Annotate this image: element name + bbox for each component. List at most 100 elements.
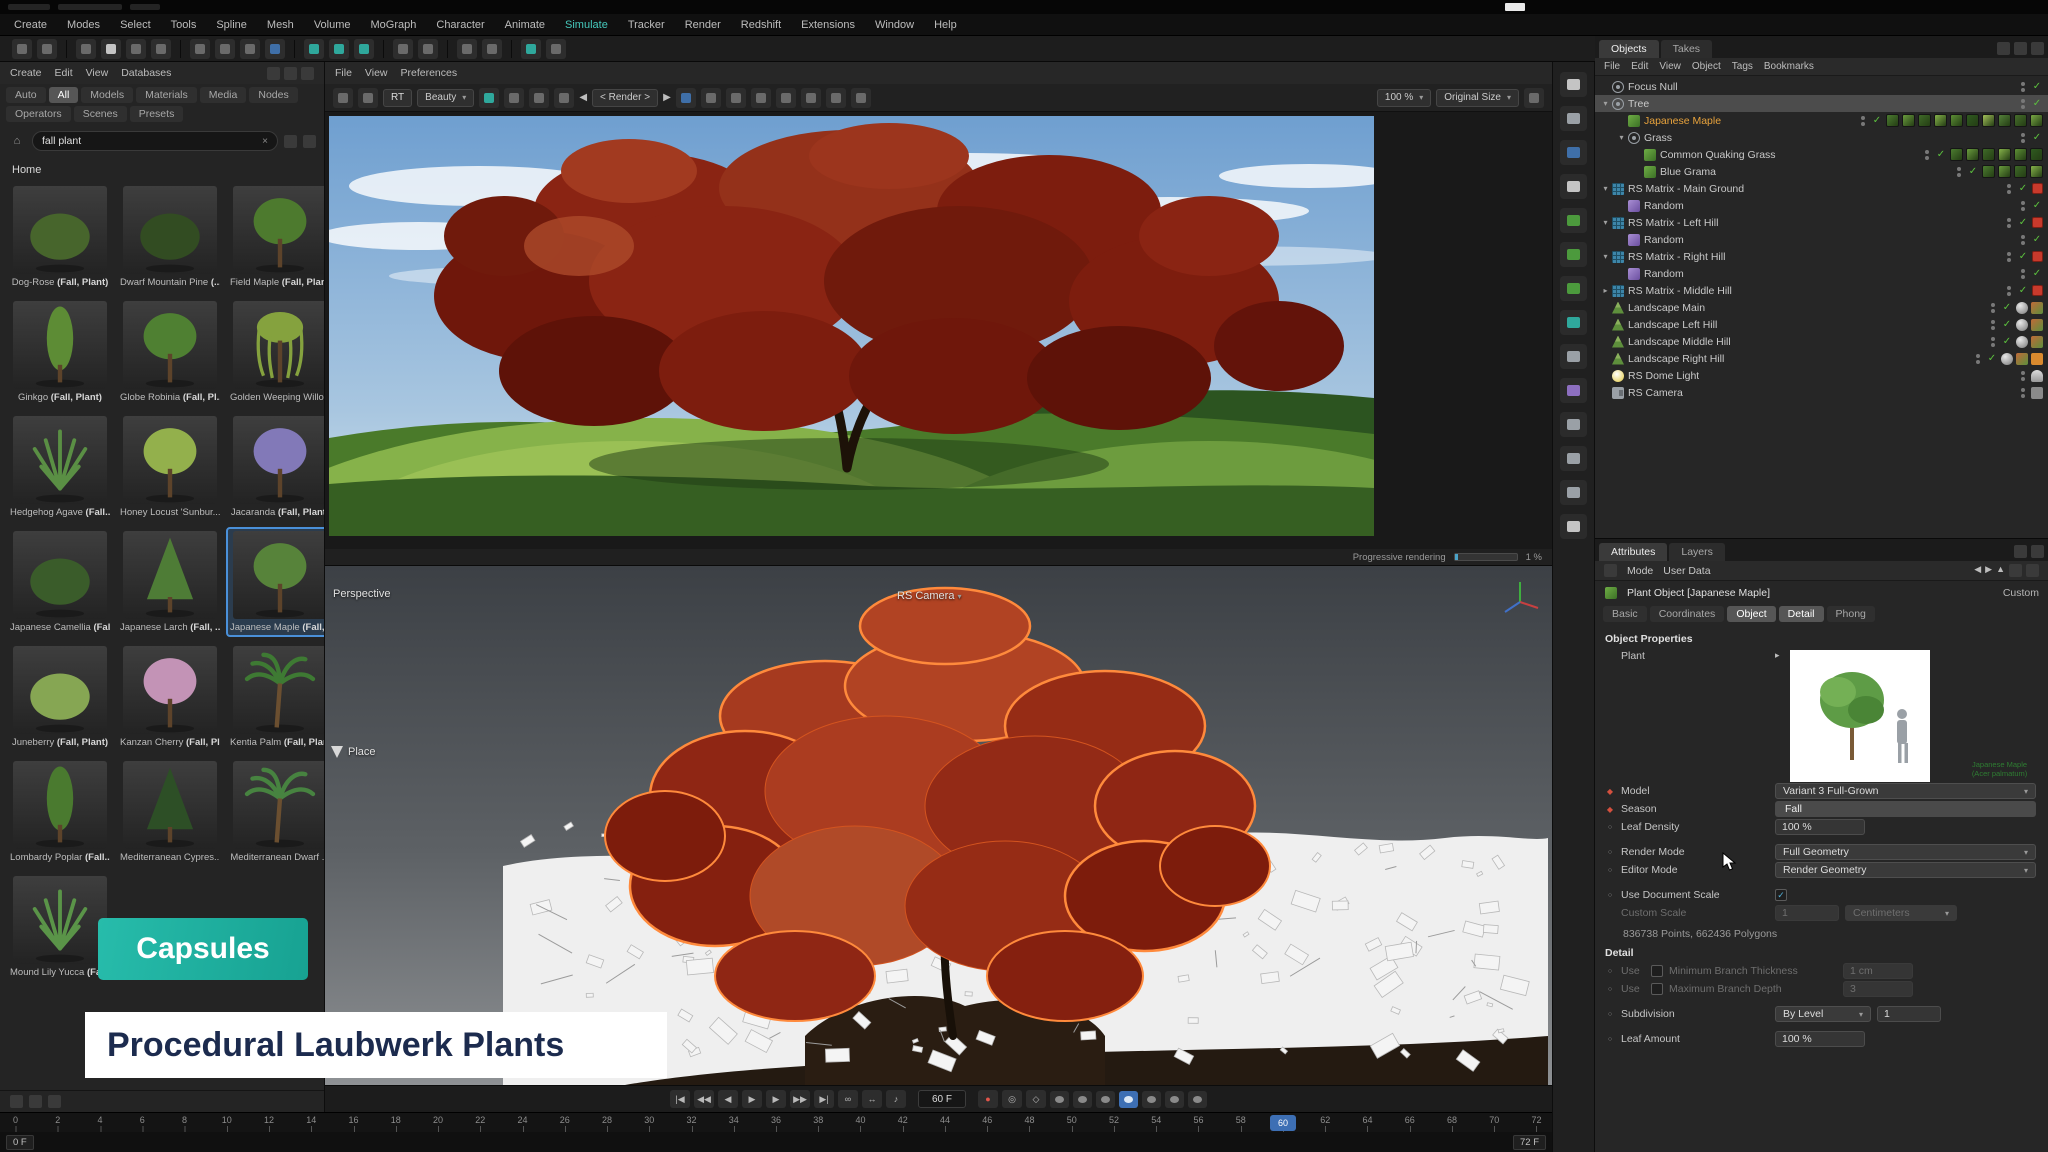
asset-menu-edit[interactable]: Edit: [55, 67, 73, 79]
text-tool-icon[interactable]: [1560, 174, 1587, 199]
rect-select-icon[interactable]: [1560, 106, 1587, 131]
asset-item-lombardy-poplar[interactable]: Lombardy Poplar (Fall...: [6, 757, 114, 867]
enabled-check-icon[interactable]: ✓: [2017, 217, 2029, 228]
magnet-icon[interactable]: [393, 39, 413, 59]
copy-image-icon[interactable]: [358, 88, 378, 108]
cube-icon[interactable]: [1560, 140, 1587, 165]
visibility-dots-icon[interactable]: [2007, 286, 2011, 296]
visibility-dots-icon[interactable]: [2021, 133, 2025, 143]
move-tool-icon[interactable]: [1560, 72, 1587, 97]
visibility-dots-icon[interactable]: [2021, 82, 2025, 92]
renderer-dropdown[interactable]: Beauty ▾: [417, 89, 474, 107]
z-axis-lock-icon[interactable]: [240, 39, 260, 59]
asset-item-honey-locust-sunbur[interactable]: Honey Locust 'Sunbur...: [116, 412, 224, 522]
enabled-check-icon[interactable]: ✓: [2031, 268, 2043, 279]
menu-help[interactable]: Help: [934, 19, 957, 31]
use-document-scale-checkbox[interactable]: ✓: [1775, 889, 1787, 901]
panel-icon[interactable]: [2014, 42, 2027, 55]
list-view-icon[interactable]: [48, 1095, 61, 1108]
keyframe-selection-button[interactable]: ◇: [1026, 1090, 1046, 1108]
view-label[interactable]: Perspective: [333, 588, 390, 600]
record-position-toggle[interactable]: [1050, 1091, 1069, 1108]
save-image-icon[interactable]: [333, 88, 353, 108]
animate-dot-icon[interactable]: ○: [1605, 1011, 1615, 1018]
texture-tag-icon[interactable]: [2031, 319, 2043, 331]
asset-subtab-operators[interactable]: Operators: [6, 106, 71, 122]
enabled-check-icon[interactable]: ✓: [2031, 200, 2043, 211]
texture-tag-icon[interactable]: [2016, 353, 2028, 365]
enabled-check-icon[interactable]: ✓: [2001, 336, 2013, 347]
circle-icon[interactable]: [1560, 412, 1587, 437]
object-row-random[interactable]: Random✓: [1595, 265, 2048, 282]
animate-dot-icon[interactable]: ○: [1605, 849, 1615, 856]
filter-icon[interactable]: [284, 135, 297, 148]
redo-icon[interactable]: [37, 39, 57, 59]
asset-item-jacaranda[interactable]: Jacaranda (Fall, Plant): [226, 412, 324, 522]
ab-compare-dropdown[interactable]: < Render >: [592, 89, 658, 107]
asset-item-japanese-larch[interactable]: Japanese Larch (Fall, ...: [116, 527, 224, 637]
menu-character[interactable]: Character: [436, 19, 484, 31]
object-manager-menu-bookmarks[interactable]: Bookmarks: [1764, 61, 1814, 72]
object-row-rs-camera[interactable]: RS Camera: [1595, 384, 2048, 401]
render-to-picture-icon[interactable]: [329, 39, 349, 59]
y-axis-lock-icon[interactable]: [215, 39, 235, 59]
object-row-tree[interactable]: ▾Tree✓: [1595, 95, 2048, 112]
subdivision-field[interactable]: 1: [1877, 1006, 1941, 1022]
menu-create[interactable]: Create: [14, 19, 47, 31]
attribute-tab-object[interactable]: Object: [1727, 606, 1775, 622]
histogram-icon[interactable]: [826, 88, 846, 108]
object-manager-menu-edit[interactable]: Edit: [1631, 61, 1648, 72]
asset-item-kanzan-cherry[interactable]: Kanzan Cherry (Fall, Pl...: [116, 642, 224, 752]
maximum-branch-depth-field[interactable]: 3: [1843, 981, 1913, 997]
visibility-dots-icon[interactable]: [2021, 371, 2025, 381]
object-row-blue-grama[interactable]: Blue Grama✓: [1595, 163, 2048, 180]
animate-dot-icon[interactable]: ○: [1605, 824, 1615, 831]
object-row-common-quaking-grass[interactable]: Common Quaking Grass✓: [1595, 146, 2048, 163]
gear-green-icon[interactable]: [1560, 276, 1587, 301]
render-settings-icon[interactable]: [676, 88, 696, 108]
attribute-tab-coordinates[interactable]: Coordinates: [1650, 606, 1725, 622]
menu-select[interactable]: Select: [120, 19, 151, 31]
material-swatch[interactable]: [1998, 114, 2011, 127]
menu-volume[interactable]: Volume: [314, 19, 351, 31]
user-data-menu[interactable]: User Data: [1663, 565, 1710, 577]
visibility-dots-icon[interactable]: [1861, 116, 1865, 126]
tab-attributes[interactable]: Attributes: [1599, 543, 1667, 561]
enabled-check-icon[interactable]: ✓: [1986, 353, 1998, 364]
asset-subtab-presets[interactable]: Presets: [130, 106, 184, 122]
material-swatch[interactable]: [1902, 114, 1915, 127]
attribute-tab-phong[interactable]: Phong: [1827, 606, 1875, 622]
snapshot-icon[interactable]: [751, 88, 771, 108]
panel-icon[interactable]: [1997, 42, 2010, 55]
asset-item-mediterranean-dwarf[interactable]: Mediterranean Dwarf ...: [226, 757, 324, 867]
autokeying-button[interactable]: ◎: [1002, 1090, 1022, 1108]
season-slider[interactable]: Fall: [1775, 801, 2036, 817]
object-row-japanese-maple[interactable]: Japanese Maple✓: [1595, 112, 2048, 129]
sort-icon[interactable]: [303, 135, 316, 148]
object-row-landscape-main[interactable]: Landscape Main✓: [1595, 299, 2048, 316]
object-row-landscape-right-hill[interactable]: Landscape Right Hill✓: [1595, 350, 2048, 367]
material-swatch[interactable]: [1966, 148, 1979, 161]
asset-tab-nodes[interactable]: Nodes: [249, 87, 297, 103]
model-dropdown[interactable]: Variant 3 Full-Grown▾: [1775, 783, 2036, 799]
phong-tag-icon[interactable]: [2001, 353, 2013, 365]
keyframe-dot-icon[interactable]: ◆: [1605, 805, 1615, 814]
color-mixer-icon[interactable]: [801, 88, 821, 108]
thumbnail-size-icon[interactable]: [29, 1095, 42, 1108]
clear-search-icon[interactable]: ×: [262, 136, 268, 147]
asset-item-japanese-maple[interactable]: Japanese Maple (Fall, ...: [226, 527, 324, 637]
visibility-dots-icon[interactable]: [1976, 354, 1980, 364]
visibility-dots-icon[interactable]: [2007, 218, 2011, 228]
asset-item-juneberry[interactable]: Juneberry (Fall, Plant): [6, 642, 114, 752]
dock-icon[interactable]: [267, 67, 280, 80]
expander-icon[interactable]: ▾: [1600, 184, 1611, 193]
enabled-check-icon[interactable]: ✓: [2017, 285, 2029, 296]
attribute-tab-basic[interactable]: Basic: [1603, 606, 1647, 622]
playback-rate-button[interactable]: [1165, 1091, 1184, 1108]
previous-key-button[interactable]: ◀◀: [694, 1090, 714, 1108]
menu-window[interactable]: Window: [875, 19, 914, 31]
enabled-check-icon[interactable]: ✓: [2031, 98, 2043, 109]
burger-icon[interactable]: [1604, 564, 1617, 577]
custom-scale-field[interactable]: 1: [1775, 905, 1839, 921]
minimum-branch-thickness-use-checkbox[interactable]: [1651, 965, 1663, 977]
